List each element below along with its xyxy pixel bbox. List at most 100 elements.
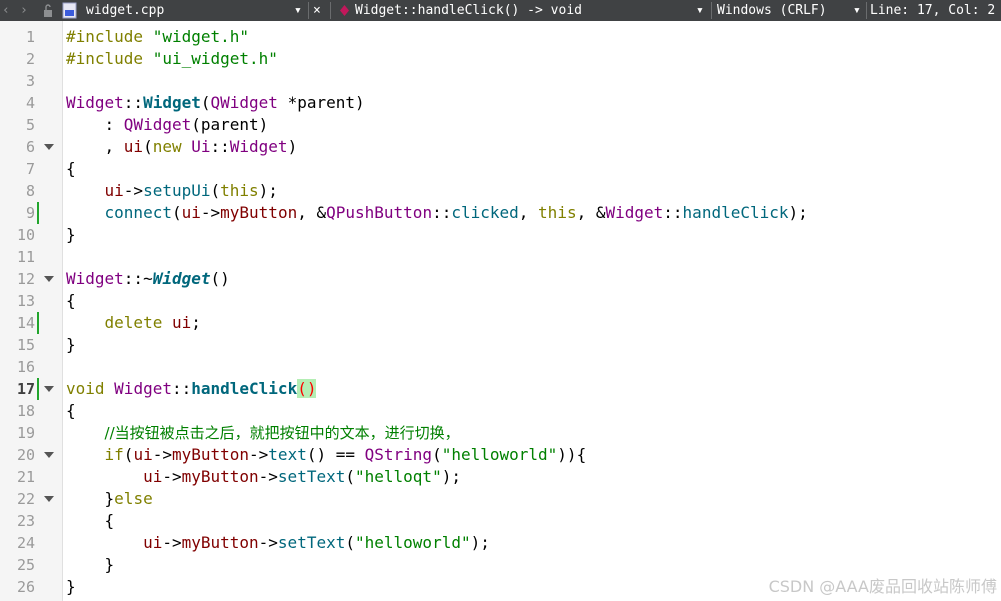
- line-number: 24: [16, 534, 35, 552]
- symbol-dropdown-arrow[interactable]: ▾: [696, 0, 704, 21]
- line-number: 15: [16, 336, 35, 354]
- code-token: handleClick: [191, 379, 298, 398]
- lock-icon[interactable]: [42, 0, 56, 21]
- code-token: delete: [104, 313, 172, 332]
- symbol-selector[interactable]: Widget::handleClick() -> void: [355, 0, 685, 21]
- code-token: clicked: [451, 203, 519, 222]
- code-line: {: [66, 400, 76, 422]
- fold-toggle-icon[interactable]: [44, 496, 54, 502]
- code-token: Widget: [114, 379, 172, 398]
- code-line: : QWidget(parent): [66, 114, 269, 136]
- code-token: );: [788, 203, 808, 222]
- code-token: {: [66, 291, 76, 310]
- line-number: 25: [16, 556, 35, 574]
- toolbar-divider: [330, 2, 331, 19]
- code-editor[interactable]: 1 2 3 4 5 6 7 8 9 10 11 12 13 14 15 16 17 18 19 20 21 22 23 24 2…: [0, 21, 1001, 601]
- code-line: delete ui;: [66, 312, 201, 334]
- code-line: if(ui->myButton->text() == QString("hell…: [66, 444, 587, 466]
- line-number: 3: [25, 72, 35, 90]
- code-token: Widget: [229, 137, 288, 156]
- line-number-gutter[interactable]: 1 2 3 4 5 6 7 8 9 10 11 12 13 14 15 16 17 18 19 20 21 22 23 24 2…: [0, 21, 63, 601]
- code-token: ->: [162, 467, 182, 486]
- code-token: myButton: [220, 203, 298, 222]
- code-token: (: [345, 533, 355, 552]
- code-token: void: [66, 379, 115, 398]
- line-number: 12: [16, 270, 35, 288]
- watermark: CSDN @AAA废品回收站陈师傅: [768, 577, 997, 596]
- line-number: 17: [16, 380, 35, 398]
- code-token: handleClick: [682, 203, 789, 222]
- code-token: setupUi: [143, 181, 211, 200]
- close-file-button[interactable]: ×: [313, 0, 321, 21]
- code-token: (: [345, 467, 355, 486]
- code-line: connect(ui->myButton, &QPushButton::clic…: [66, 202, 808, 224]
- code-token: ->: [258, 467, 278, 486]
- code-token: Widget: [152, 269, 211, 288]
- code-token: myButton: [181, 533, 259, 552]
- file-dropdown-arrow[interactable]: ▾: [294, 0, 302, 21]
- file-selector[interactable]: widget.cpp: [86, 0, 286, 21]
- code-token: Widget: [143, 93, 201, 112]
- toolbar-divider: [711, 2, 712, 19]
- code-token: ): [355, 93, 365, 112]
- line-number: 1: [25, 28, 35, 46]
- code-token: QWidget: [123, 115, 192, 134]
- code-token: ui: [133, 445, 153, 464]
- toolbar-divider: [308, 2, 309, 19]
- code-line: , ui(new Ui::Widget): [66, 136, 298, 158]
- code-token: ->: [200, 203, 221, 222]
- code-token: (: [123, 445, 134, 464]
- code-token: ): [287, 137, 298, 156]
- code-token: ui: [181, 203, 201, 222]
- code-token: {: [66, 401, 76, 420]
- code-token: ::: [171, 379, 192, 398]
- cpp-file-icon: [61, 0, 79, 21]
- fold-toggle-icon[interactable]: [44, 144, 54, 150]
- encoding-dropdown-arrow[interactable]: ▾: [853, 0, 861, 21]
- fold-toggle-icon[interactable]: [44, 276, 54, 282]
- code-token: (: [171, 203, 182, 222]
- code-line: {: [66, 290, 76, 312]
- line-number: 13: [16, 292, 35, 310]
- fold-toggle-icon[interactable]: [44, 386, 54, 392]
- code-token: Widget: [605, 203, 664, 222]
- editor-toolbar: ‹ › widget.cpp ▾ × Widget::handleClick()…: [0, 0, 1001, 21]
- code-token: ->: [249, 445, 269, 464]
- line-number: 8: [25, 182, 35, 200]
- code-token: ui: [123, 137, 144, 156]
- line-number: 16: [16, 358, 35, 376]
- code-token: ::: [432, 203, 452, 222]
- back-button[interactable]: ‹: [2, 0, 10, 21]
- code-token: ::: [663, 203, 683, 222]
- code-token: (: [143, 137, 153, 156]
- code-token: ->: [162, 533, 182, 552]
- code-line: ui->setupUi(this);: [66, 180, 278, 202]
- code-token: ::~: [123, 269, 153, 288]
- code-line: Widget::Widget(QWidget *parent): [66, 92, 365, 114]
- code-token: QString: [364, 445, 433, 464]
- code-token: QPushButton: [326, 203, 433, 222]
- code-token: (: [210, 181, 221, 200]
- code-token: //当按钮被点击之后，就把按钮中的文本，进行切换，: [104, 424, 460, 442]
- code-token: {: [66, 511, 115, 530]
- code-token: #include: [66, 49, 153, 68]
- line-number: 14: [16, 314, 35, 332]
- code-line: }: [66, 224, 76, 246]
- code-token: }: [66, 577, 76, 596]
- forward-button[interactable]: ›: [20, 0, 28, 21]
- change-marker: [37, 378, 39, 400]
- code-token: , &: [297, 203, 327, 222]
- code-token: ui: [104, 181, 124, 200]
- cursor-position[interactable]: Line: 17, Col: 2: [870, 0, 1001, 21]
- code-line: Widget::~Widget(): [66, 268, 230, 290]
- fold-toggle-icon[interactable]: [44, 452, 54, 458]
- code-token: (): [297, 379, 317, 398]
- code-token: (: [432, 445, 442, 464]
- code-token: );: [470, 533, 490, 552]
- encoding-selector[interactable]: Windows (CRLF): [717, 0, 839, 21]
- code-token: parent: [297, 93, 355, 112]
- code-line: }: [66, 334, 76, 356]
